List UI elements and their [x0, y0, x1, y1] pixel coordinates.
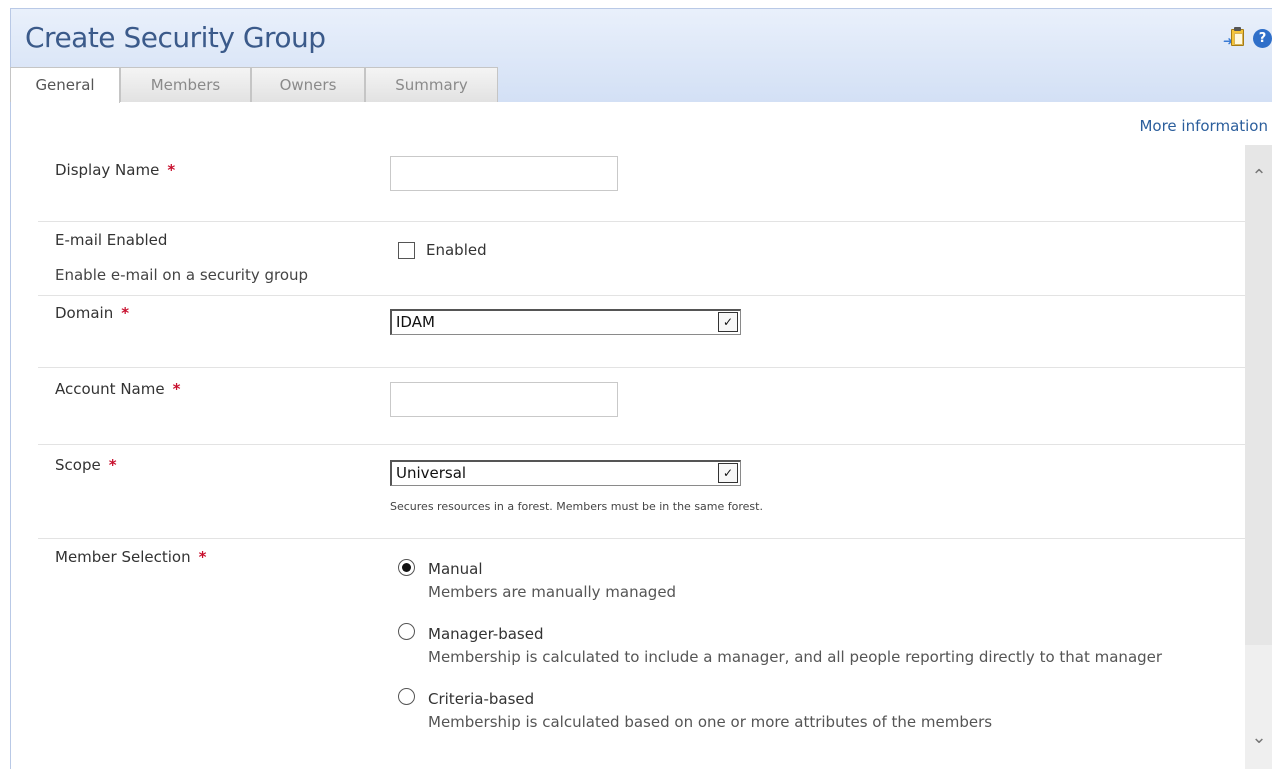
- email-enabled-checkbox-label: Enabled: [426, 241, 487, 259]
- radio-manual[interactable]: [398, 559, 415, 576]
- required-marker: *: [198, 548, 207, 566]
- more-information-link[interactable]: More information: [1139, 117, 1268, 135]
- email-enabled-label: E-mail Enabled: [55, 231, 168, 249]
- display-name-row: Display Name *: [38, 140, 1245, 222]
- display-name-label-text: Display Name: [55, 161, 160, 179]
- scope-help-text: Secures resources in a forest. Members m…: [390, 500, 763, 513]
- page-title: Create Security Group: [25, 21, 326, 54]
- radio-manual-label: Manual: [428, 560, 483, 578]
- tab-general[interactable]: General: [10, 67, 120, 103]
- radio-manual-description: Members are manually managed: [428, 583, 677, 601]
- domain-select-value: IDAM: [396, 313, 435, 331]
- account-name-label-text: Account Name: [55, 380, 165, 398]
- chevron-down-icon[interactable]: ✓: [718, 463, 738, 483]
- account-name-input[interactable]: [390, 382, 618, 417]
- chevron-up-icon[interactable]: ⌃: [1249, 167, 1269, 187]
- radio-manager-based[interactable]: [398, 623, 415, 640]
- tab-members[interactable]: Members: [120, 67, 251, 102]
- radio-manager-based-description: Membership is calculated to include a ma…: [428, 648, 1163, 666]
- email-enabled-row: E-mail Enabled Enable e-mail on a securi…: [38, 222, 1245, 296]
- domain-label-text: Domain: [55, 304, 114, 322]
- member-selection-label-text: Member Selection: [55, 548, 191, 566]
- scope-select[interactable]: Universal ✓: [390, 460, 741, 486]
- member-selection-row: Member Selection * Manual Members are man…: [38, 539, 1245, 769]
- radio-manager-based-label: Manager-based: [428, 625, 544, 643]
- radio-criteria-based-description: Membership is calculated based on one or…: [428, 713, 993, 731]
- required-marker: *: [167, 161, 176, 179]
- email-enabled-checkbox[interactable]: [398, 242, 415, 259]
- domain-row: Domain * IDAM ✓: [38, 296, 1245, 368]
- radio-criteria-based-label: Criteria-based: [428, 690, 535, 708]
- account-name-label: Account Name *: [55, 380, 180, 398]
- member-selection-label: Member Selection *: [55, 548, 206, 566]
- domain-select[interactable]: IDAM ✓: [390, 309, 741, 335]
- scope-select-value: Universal: [396, 464, 467, 482]
- scope-label: Scope *: [55, 456, 117, 474]
- header-icons: ➜ ?: [1223, 27, 1272, 49]
- vertical-scrollbar[interactable]: ⌃ ⌄: [1245, 145, 1272, 769]
- chevron-down-icon[interactable]: ⌄: [1249, 728, 1269, 748]
- paste-clipboard-icon[interactable]: ➜: [1223, 27, 1245, 49]
- tab-summary[interactable]: Summary: [365, 67, 498, 102]
- display-name-label: Display Name *: [55, 161, 175, 179]
- radio-criteria-based[interactable]: [398, 688, 415, 705]
- tab-bar: General Members Owners Summary: [10, 67, 498, 103]
- help-icon[interactable]: ?: [1253, 28, 1272, 48]
- scope-row: Scope * Universal ✓ Secures resources in …: [38, 445, 1245, 539]
- required-marker: *: [121, 304, 130, 322]
- domain-label: Domain *: [55, 304, 129, 322]
- chevron-down-icon[interactable]: ✓: [718, 312, 738, 332]
- content-left-border: [10, 102, 11, 769]
- display-name-input[interactable]: [390, 156, 618, 191]
- tab-owners[interactable]: Owners: [251, 67, 365, 102]
- scrollbar-thumb[interactable]: [1245, 145, 1272, 645]
- account-name-row: Account Name *: [38, 368, 1245, 445]
- required-marker: *: [172, 380, 181, 398]
- scope-label-text: Scope: [55, 456, 101, 474]
- required-marker: *: [108, 456, 117, 474]
- email-enabled-description: Enable e-mail on a security group: [55, 266, 309, 284]
